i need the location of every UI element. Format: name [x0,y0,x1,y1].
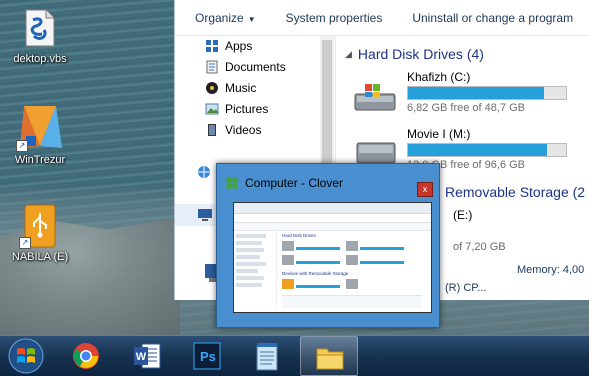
taskbar-thumbnail-preview[interactable]: Computer - Clover x Hard Disk Drives Dev… [216,163,440,328]
nav-label: Documents [225,60,286,74]
nav-item-pictures[interactable]: Pictures [205,102,268,116]
removable-free-space: of 7,20 GB [453,241,506,253]
desktop-icon-label: NABILA (E) [11,251,69,263]
section-title: Removable Storage (2 [445,184,586,200]
organize-button[interactable]: Organize ▼ [175,11,266,25]
nav-item-music[interactable]: Music [205,81,256,95]
videos-icon [208,124,216,136]
section-title: Hard Disk Drives (4) [357,46,484,62]
removable-drive-label: (E:) [453,208,473,222]
nav-label: Music [225,81,257,95]
drive-c[interactable]: Khafizh (C:) 6,82 GB free of 48,7 GB [341,70,581,118]
drive-free-space: 6,82 GB free of 48,7 GB [407,102,526,114]
processor-info: (R) CP... [445,282,487,294]
taskbar-notepad[interactable] [240,336,294,376]
nav-selected-computer[interactable] [175,204,215,226]
desktop-icon-dektop-vbs[interactable]: dektop.vbs [0,8,80,65]
drive-name: Movie I (M:) [407,127,471,141]
network-icon[interactable] [195,164,213,183]
nav-item-apps[interactable]: Apps [205,39,252,53]
taskbar-explorer[interactable] [300,336,358,376]
taskbar-photoshop[interactable]: Ps [180,336,234,376]
preview-title: Computer - Clover [245,176,344,190]
vbs-script-icon [25,9,55,47]
drive-name: Khafizh (C:) [407,70,471,84]
thumbnail-drive [346,241,406,253]
hard-disk-section-header[interactable]: ◢ Hard Disk Drives (4) [345,46,484,62]
uninstall-program-button[interactable]: Uninstall or change a program [392,11,583,25]
preview-close-button[interactable]: x [417,182,433,197]
close-icon: x [422,184,428,194]
word-icon: W [134,343,161,369]
notepad-icon [256,343,278,371]
thumbnail-drive [346,255,406,267]
drive-usage-fill [408,87,544,99]
taskbar: W Ps [0,335,589,376]
thumbnail-drive [282,279,342,291]
clover-icon [226,177,238,189]
chrome-icon [73,343,99,369]
apps-icon [206,40,218,52]
svg-text:W: W [136,351,147,363]
desktop-icon-label: WinTrezur [14,154,66,166]
photoshop-label: Ps [200,349,216,364]
nav-item-documents[interactable]: Documents [205,60,286,74]
taskbar-chrome[interactable] [60,336,114,376]
system-drive-icon [354,84,396,111]
memory-info: Memory: 4,00 [517,264,585,276]
collapse-chevron-icon: ◢ [345,48,352,59]
taskbar-word[interactable]: W [120,336,174,376]
shortcut-arrow-icon: ↗ [19,237,31,249]
nav-label: Videos [225,123,262,137]
windows-start-icon [8,338,44,374]
drive-usage-fill [408,144,548,156]
computer-icon [198,209,212,221]
nav-label: Apps [225,39,253,53]
thumbnail-commandbar [234,223,431,231]
drive-usage-bar [407,143,567,157]
shortcut-arrow-icon: ↗ [16,140,28,152]
start-button[interactable] [0,336,54,376]
thumbnail-drive [282,255,342,267]
desktop-icon-nabila[interactable]: ↗ NABILA (E) [0,203,80,263]
thumbnail-hdd-header: Hard Disk Drives [282,233,316,238]
desktop-icon-label: dektop.vbs [13,53,67,65]
thumbnail-details-pane [282,295,422,308]
pictures-icon [205,103,219,115]
nav-label: Pictures [225,102,269,116]
thumbnail-drive [346,279,406,291]
chevron-down-icon: ▼ [247,14,256,24]
music-icon [206,82,218,94]
thumbnail-drive [282,241,342,253]
desktop-icon-wintrezur[interactable]: ↗ WinTrezur [0,100,80,166]
documents-icon [206,60,218,74]
removable-section-header[interactable]: Removable Storage (2 [445,184,585,200]
system-properties-button[interactable]: System properties [266,11,393,25]
organize-label: Organize [195,10,244,25]
thumbnail-nav [236,231,277,309]
thumbnail-addressbar [234,214,431,223]
drive-usage-bar [407,86,567,100]
command-bar: Organize ▼ System properties Uninstall or… [175,0,589,36]
nav-item-videos[interactable]: Videos [205,123,261,137]
thumbnail-removable-header: Devices with Removable Storage [282,271,349,276]
folder-icon [316,348,344,370]
preview-thumbnail: Hard Disk Drives Devices with Removable … [233,202,432,313]
thumbnail-titlebar [234,203,431,214]
preview-titlebar: Computer - Clover [225,172,343,194]
